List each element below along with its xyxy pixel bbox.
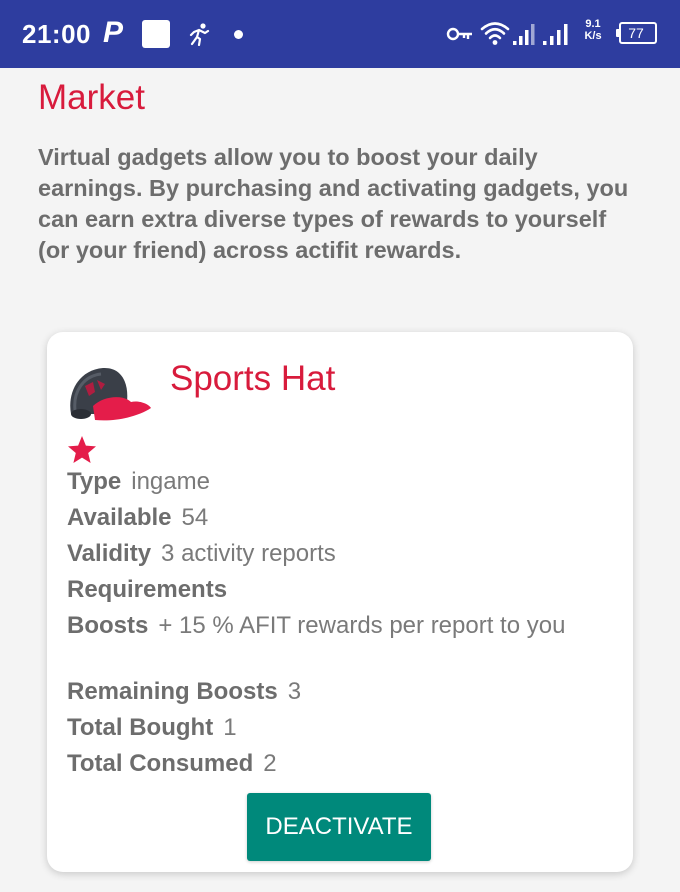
network-speed-value: 9.1 <box>585 18 601 30</box>
p-app-icon: P <box>103 16 124 49</box>
requirements-label: Requirements <box>67 576 228 603</box>
validity-value: 3 activity reports <box>161 540 336 567</box>
total-consumed-label: Total Consumed <box>67 750 254 777</box>
remaining-boosts-value: 3 <box>287 678 302 705</box>
wifi-icon <box>480 22 510 45</box>
key-icon <box>446 27 472 41</box>
boosts-label: Boosts <box>67 612 149 639</box>
total-bought-label: Total Bought <box>67 714 214 741</box>
gadget-name: Sports Hat <box>170 359 336 398</box>
remaining-boosts-label: Remaining Boosts <box>67 678 278 705</box>
available-row: Available 54 <box>67 504 208 532</box>
type-label: Type <box>67 468 122 495</box>
battery-icon: 77 <box>616 22 658 46</box>
sports-hat-icon <box>70 367 151 421</box>
network-speed: 9.1 K/s <box>582 18 604 42</box>
page-title: Market <box>38 78 145 117</box>
status-bar: 21:00 P 9.1 K/s 77 <box>0 0 680 68</box>
network-speed-unit: K/s <box>584 30 602 42</box>
validity-label: Validity <box>67 540 152 567</box>
star-icon <box>68 436 96 463</box>
signal-icon <box>543 24 568 45</box>
signal-icon <box>513 24 535 45</box>
type-row: Type ingame <box>67 468 210 496</box>
battery-level: 77 <box>628 25 644 41</box>
remaining-boosts-row: Remaining Boosts 3 <box>67 678 301 706</box>
requirements-row: Requirements <box>67 576 227 604</box>
available-label: Available <box>67 504 172 531</box>
total-consumed-row: Total Consumed 2 <box>67 750 277 778</box>
type-value: ingame <box>131 468 210 495</box>
dot-icon <box>234 30 243 39</box>
gadget-card: Sports Hat Type ingame Available 54 Validi… <box>47 332 633 872</box>
available-value: 54 <box>181 504 209 531</box>
clock: 21:00 <box>22 19 91 49</box>
square-icon <box>142 20 170 48</box>
boosts-row: Boosts + 15 % AFIT rewards per report to … <box>67 612 565 640</box>
boosts-value: + 15 % AFIT rewards per report to you <box>158 612 566 639</box>
deactivate-button[interactable]: DEACTIVATE <box>247 793 431 861</box>
market-description: Virtual gadgets allow you to boost your … <box>38 144 629 263</box>
total-bought-row: Total Bought 1 <box>67 714 237 742</box>
total-bought-value: 1 <box>223 714 237 741</box>
validity-row: Validity 3 activity reports <box>67 540 336 568</box>
running-icon <box>189 23 210 46</box>
total-consumed-value: 2 <box>263 750 277 777</box>
